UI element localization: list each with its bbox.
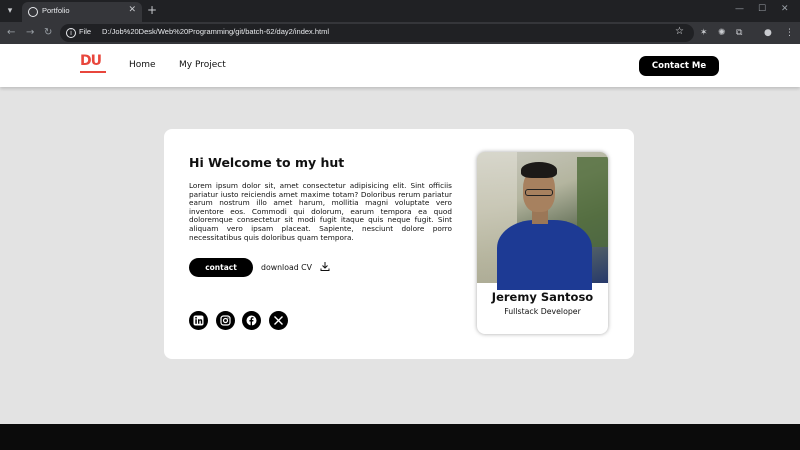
new-tab-icon[interactable]: + (147, 3, 157, 17)
site-navbar: DU Home My Project Contact Me (0, 44, 800, 87)
address-url[interactable]: D:/Job%20Desk/Web%20Programming/git/batc… (102, 27, 329, 36)
address-bar[interactable]: i File D:/Job%20Desk/Web%20Programming/g… (60, 24, 694, 42)
maximize-icon[interactable]: ☐ (758, 4, 766, 14)
hero-heading: Hi Welcome to my hut (189, 155, 345, 170)
extension-icon[interactable]: ✶ (700, 27, 708, 39)
hero-paragraph: Lorem ipsum dolor sit, amet consectetur … (189, 181, 452, 242)
forward-icon[interactable]: → (26, 26, 34, 40)
browser-toolbar: ← → ↻ i File D:/Job%20Desk/Web%20Program… (0, 22, 800, 44)
download-cv-link[interactable]: download CV (261, 263, 312, 272)
nav-link-home[interactable]: Home (129, 60, 156, 70)
back-icon[interactable]: ← (7, 26, 15, 40)
globe-icon (28, 7, 38, 17)
linkedin-icon[interactable] (189, 311, 208, 330)
hero-card: Hi Welcome to my hut Lorem ipsum dolor s… (164, 129, 634, 359)
tab-search-icon[interactable]: ▾ (3, 4, 17, 18)
tab-title: Portfolio (42, 6, 70, 15)
site-logo[interactable]: DU (80, 53, 106, 75)
reload-icon[interactable]: ↻ (44, 26, 52, 40)
puzzle-icon[interactable]: ⧉ (736, 27, 742, 39)
extension-gear-icon[interactable]: ✺ (718, 27, 726, 39)
bookmark-star-icon[interactable]: ☆ (675, 26, 684, 37)
contact-me-button[interactable]: Contact Me (639, 56, 719, 76)
page: DU Home My Project Contact Me Hi Welcome… (0, 44, 800, 424)
minimize-icon[interactable]: — (735, 4, 744, 14)
profile-photo (477, 152, 608, 290)
logo-underline (80, 71, 106, 73)
info-icon[interactable]: i (66, 28, 76, 38)
browser-tab[interactable]: Portfolio ✕ (22, 2, 142, 22)
download-icon[interactable] (320, 261, 330, 272)
instagram-icon[interactable] (216, 311, 235, 330)
profile-icon[interactable]: ● (764, 27, 772, 39)
close-tab-icon[interactable]: ✕ (128, 5, 136, 15)
profile-role: Fullstack Developer (504, 307, 581, 316)
logo-text: DU (80, 53, 102, 69)
nav-link-my-project[interactable]: My Project (179, 60, 226, 70)
profile-name: Jeremy Santoso (491, 290, 594, 304)
facebook-icon[interactable] (242, 311, 261, 330)
address-scheme: File (79, 27, 92, 36)
browser-tab-bar: ▾ Portfolio ✕ + — ☐ ✕ (0, 0, 800, 22)
x-icon[interactable] (269, 311, 288, 330)
profile-card: Jeremy Santoso Fullstack Developer (477, 152, 608, 334)
contact-button[interactable]: contact (189, 258, 253, 277)
more-menu-icon[interactable]: ⋮ (785, 27, 794, 39)
window-close-icon[interactable]: ✕ (781, 4, 789, 14)
